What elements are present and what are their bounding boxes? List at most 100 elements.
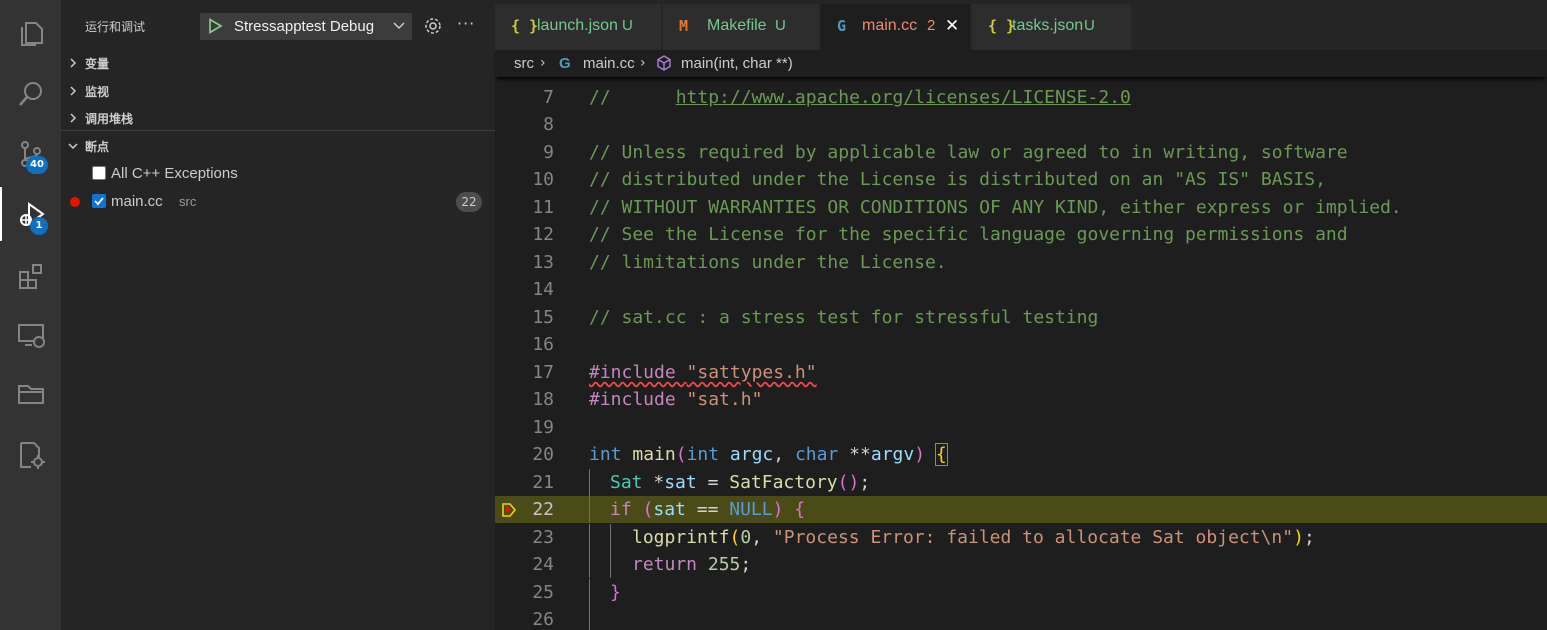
code-line: 20 int main(int argc, char **argv) { xyxy=(495,441,1547,468)
line-number: 25 xyxy=(532,582,554,603)
code-editor[interactable]: 7 // http://www.apache.org/licenses/LICE… xyxy=(495,84,1547,630)
watch-section-header[interactable]: 监视 xyxy=(61,77,495,104)
line-number: 9 xyxy=(543,142,554,163)
code-line: 11 // WITHOUT WARRANTIES OR CONDITIONS O… xyxy=(495,194,1547,221)
explorer-button[interactable] xyxy=(0,7,61,61)
source-control-button[interactable]: 40 xyxy=(0,127,61,181)
tab-problem-count: 2 xyxy=(927,17,936,34)
run-debug-button[interactable]: 1 xyxy=(0,187,61,241)
code-line: 10 // distributed under the License is d… xyxy=(495,166,1547,193)
breadcrumb-folder[interactable]: src xyxy=(514,55,534,72)
sidebar-header: 运行和调试 Stressapptest Debug ··· xyxy=(61,0,495,52)
code-line: 13 // limitations under the License. xyxy=(495,249,1547,276)
search-icon xyxy=(18,82,42,106)
cpp-file-icon: G xyxy=(837,17,847,35)
debug-badge: 1 xyxy=(30,217,48,235)
line-number: 18 xyxy=(532,389,554,410)
breakpoint-path: src xyxy=(179,194,197,209)
chevron-down-icon xyxy=(68,143,78,150)
breadcrumb-symbol[interactable]: main(int, char **) xyxy=(681,55,793,72)
line-number: 17 xyxy=(532,362,554,383)
code-line: 9 // Unless required by applicable law o… xyxy=(495,139,1547,166)
variables-section-header[interactable]: 变量 xyxy=(61,49,495,76)
line-number: 15 xyxy=(532,307,554,328)
comment: // distributed under the License is dist… xyxy=(589,169,1326,190)
remote-explorer-button[interactable] xyxy=(0,308,61,362)
line-number: 20 xyxy=(532,444,554,465)
comment: // sat.cc : a stress test for stressful … xyxy=(589,307,1099,328)
code-line: 18 #include "sat.h" xyxy=(495,386,1547,413)
extensions-icon xyxy=(18,264,42,289)
tab-main-cc[interactable]: G main.cc 2 ✕ xyxy=(821,4,971,50)
line-number: 11 xyxy=(532,197,554,218)
breadcrumb: src › G main.cc › main(int, char **) xyxy=(495,50,1547,77)
license-link[interactable]: http://www.apache.org/licenses/LICENSE-2… xyxy=(676,87,1131,108)
code-line: 17 #include "sattypes.h" xyxy=(495,359,1547,386)
chevron-right-icon: › xyxy=(540,55,546,71)
line-number: 24 xyxy=(532,554,554,575)
watch-label: 监视 xyxy=(85,85,110,99)
cmake-icon xyxy=(19,442,45,469)
start-debug-icon[interactable] xyxy=(207,18,223,34)
breakpoint-label: main.cc xyxy=(111,193,163,210)
comment: // xyxy=(589,87,676,108)
makefile-icon: M xyxy=(679,17,689,35)
line-number: 19 xyxy=(532,417,554,438)
tab-tasks-json[interactable]: { } tasks.json U xyxy=(972,4,1132,50)
close-icon[interactable]: ✕ xyxy=(945,16,959,36)
tab-label: tasks.json xyxy=(1012,17,1084,34)
chevron-right-icon xyxy=(70,58,77,68)
code-line: 8 xyxy=(495,111,1547,138)
breakpoint-checkbox[interactable] xyxy=(92,194,106,208)
code-line: 24 return 255; xyxy=(495,551,1547,578)
code-line: 7 // http://www.apache.org/licenses/LICE… xyxy=(495,84,1547,111)
code-line: 12 // See the License for the specific l… xyxy=(495,221,1547,248)
files-icon xyxy=(20,22,43,46)
call-stack-section-header[interactable]: 调用堆栈 xyxy=(61,104,495,131)
tab-label: Makefile xyxy=(707,17,767,34)
line-number: 26 xyxy=(532,609,554,630)
call-stack-label: 调用堆栈 xyxy=(85,112,134,126)
chevron-down-icon xyxy=(393,22,405,30)
tab-label: launch.json xyxy=(537,17,618,34)
breakpoint-dot-icon xyxy=(70,197,80,207)
tab-label: main.cc xyxy=(862,17,918,34)
editor-tabs: { } launch.json U M Makefile U G main.cc… xyxy=(495,0,1547,50)
search-button[interactable] xyxy=(0,67,61,121)
exception-breakpoint-checkbox[interactable] xyxy=(92,166,106,180)
line-number: 21 xyxy=(532,472,554,493)
folder-icon xyxy=(17,385,44,404)
source-control-badge: 40 xyxy=(26,156,48,174)
chevron-right-icon: › xyxy=(640,55,646,71)
breakpoint-item[interactable]: All C++ Exceptions xyxy=(61,160,495,187)
gear-icon[interactable] xyxy=(423,16,443,36)
remote-explorer-icon xyxy=(17,324,45,348)
extensions-button[interactable] xyxy=(0,248,61,302)
activity-bar: 40 1 xyxy=(0,0,61,630)
breakpoint-item[interactable]: main.cc src 22 xyxy=(61,188,495,215)
breakpoints-section-header[interactable]: 断点 xyxy=(61,132,495,159)
folders-button[interactable] xyxy=(0,367,61,421)
breadcrumb-file[interactable]: main.cc xyxy=(583,55,635,72)
tab-status: U xyxy=(622,17,633,34)
comment: // Unless required by applicable law or … xyxy=(589,142,1348,163)
more-actions-icon[interactable]: ··· xyxy=(457,14,475,33)
breakpoints-label: 断点 xyxy=(85,140,110,154)
chevron-right-icon xyxy=(70,86,77,96)
tab-makefile[interactable]: M Makefile U xyxy=(663,4,820,50)
cmake-button[interactable] xyxy=(0,428,61,482)
comment: // See the License for the specific lang… xyxy=(589,224,1348,245)
launch-config-select[interactable]: Stressapptest Debug xyxy=(200,13,412,40)
method-icon xyxy=(657,55,671,71)
code-line: 16 xyxy=(495,331,1547,358)
chevron-right-icon xyxy=(70,113,77,123)
cpp-file-icon: G xyxy=(559,55,571,72)
code-line: 21 Sat *sat = SatFactory(); xyxy=(495,469,1547,496)
tab-launch-json[interactable]: { } launch.json U xyxy=(495,4,662,50)
line-number: 7 xyxy=(543,87,554,108)
line-number: 10 xyxy=(532,169,554,190)
tab-status: U xyxy=(775,17,786,34)
line-number: 16 xyxy=(532,334,554,355)
code-line: 14 xyxy=(495,276,1547,303)
variables-label: 变量 xyxy=(85,57,110,71)
